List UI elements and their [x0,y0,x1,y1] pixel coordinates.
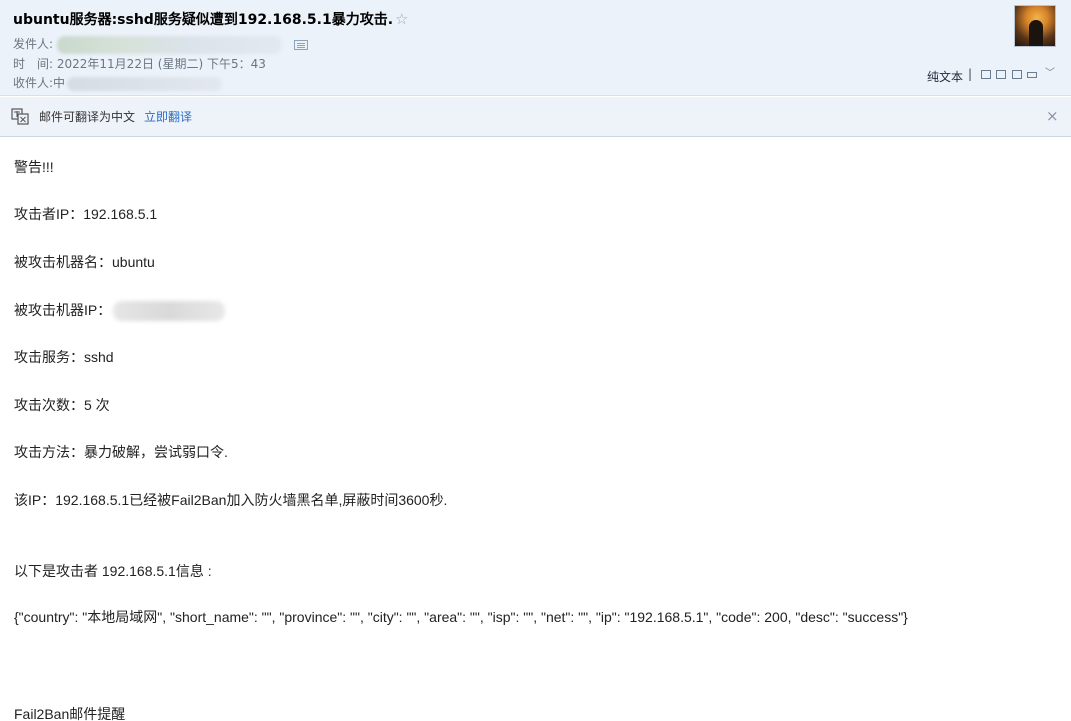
recipient-redacted [67,76,223,91]
translate-icon [11,108,29,125]
translate-now-link[interactable]: 立即翻译 [144,108,192,125]
attacker-json-info: {"country": "本地局域网", "short_name": "", "… [14,609,908,625]
to-row: 收件人:中 [13,74,223,91]
toolbar-separator: | [968,67,973,81]
footer-line: Fail2Ban邮件提醒 [14,706,126,721]
copy-icon[interactable] [996,70,1006,79]
print-preview-icon[interactable] [1012,70,1022,79]
banned-line: 该IP：192.168.5.1已经被Fail2Ban加入防火墙黑名单,屏蔽时间3… [14,492,448,508]
target-ip-redacted [113,301,226,322]
email-header: ubuntu服务器:sshd服务疑似遭到192.168.5.1暴力攻击. ☆ 发件… [0,0,1071,96]
window-icon[interactable] [981,70,991,79]
time-row: 时 间: 2022年11月22日 (星期二) 下午5：43 [13,55,266,72]
from-label: 发件人: [13,37,54,51]
info-header-line: 以下是攻击者 192.168.5.1信息 : [14,563,212,579]
translate-bar: 邮件可翻译为中文 立即翻译 [0,97,1071,137]
target-host-line: 被攻击机器名：ubuntu [14,254,155,270]
target-ip-line: 被攻击机器IP： [14,300,226,322]
from-row: 发件人: [13,35,309,54]
to-value[interactable]: 中 [53,76,65,90]
attacker-ip-line: 攻击者IP：192.168.5.1 [14,206,158,222]
warning-text: 警告!!! [14,159,54,175]
sender-avatar[interactable] [1014,5,1056,47]
translate-message: 邮件可翻译为中文 [39,110,136,124]
method-line: 攻击方法：暴力破解，尝试弱口令. [14,444,228,460]
print-icon[interactable] [1027,72,1037,78]
service-line: 攻击服务：sshd [14,349,114,365]
to-label: 收件人: [13,76,54,90]
time-label: 时 间: [13,57,54,71]
email-subject: ubuntu服务器:sshd服务疑似遭到192.168.5.1暴力攻击. ☆ [13,9,409,29]
count-line: 攻击次数：5 次 [14,397,110,413]
close-translate-icon[interactable]: × [1046,107,1059,125]
subject-text: ubuntu服务器:sshd服务疑似遭到192.168.5.1暴力攻击. [13,12,394,28]
plain-text-button[interactable]: 纯文本 [927,68,963,85]
star-icon[interactable]: ☆ [395,10,408,28]
time-value: 2022年11月22日 (星期二) 下午5：43 [56,57,266,71]
target-ip-label: 被攻击机器IP： [14,302,112,318]
chevron-down-icon[interactable]: ﹀ [1045,68,1057,80]
contact-card-icon[interactable] [294,39,309,50]
sender-redacted [57,35,283,54]
